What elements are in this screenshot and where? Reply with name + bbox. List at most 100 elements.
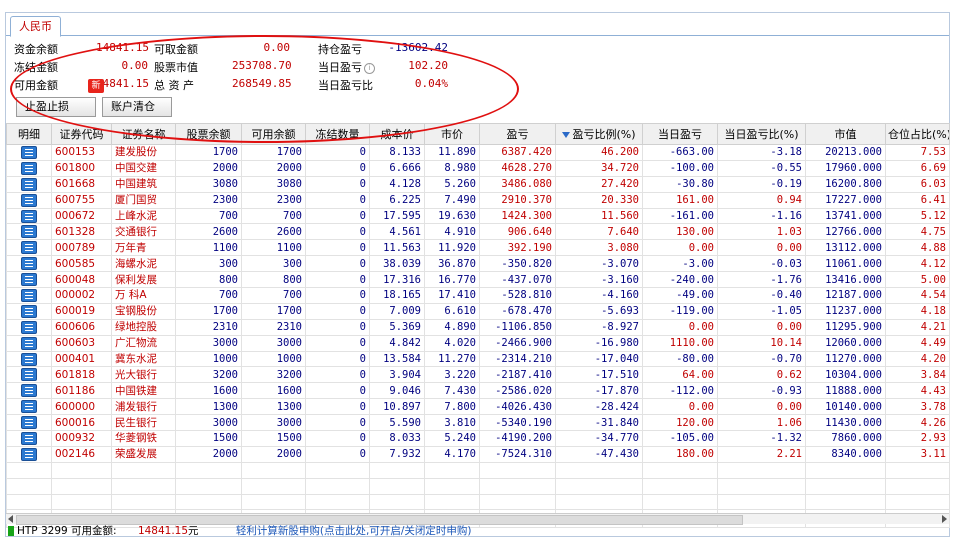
cell-detail[interactable] — [6, 382, 52, 400]
cell-detail[interactable] — [6, 398, 52, 416]
cell-detail[interactable] — [6, 191, 52, 209]
table-row[interactable]: 600755 厦门国贸 2300 2300 0 6.225 7.490 2910.370 20.… — [6, 191, 950, 209]
col-balance[interactable]: 股票余额 — [175, 123, 242, 145]
table-row[interactable]: 601800 中国交建 2000 2000 0 6.666 8.980 4628.270 34.… — [6, 159, 950, 177]
col-pl-pct[interactable]: 盈亏比例(%) — [555, 123, 643, 145]
stop-profit-loss-button[interactable]: 止盈止损 — [16, 97, 96, 117]
cell-detail[interactable] — [6, 334, 52, 352]
cell-pl-pct: -3.160 — [555, 271, 643, 289]
table-row[interactable]: 000932 华菱钢铁 1500 1500 0 8.033 5.240 -4190.200 -3… — [6, 430, 950, 447]
cell-detail[interactable] — [6, 223, 52, 241]
table-row[interactable]: 600019 宝钢股份 1700 1700 0 7.009 6.610 -678.470 -5.… — [6, 302, 950, 320]
cell-code: 000401 — [51, 350, 112, 368]
cell-detail[interactable] — [6, 271, 52, 289]
detail-list-icon[interactable] — [21, 209, 37, 223]
cell-position-pct: 5.12 — [885, 207, 950, 225]
cell-detail[interactable] — [6, 350, 52, 368]
detail-list-icon[interactable] — [21, 352, 37, 366]
cell-pl: 906.640 — [479, 223, 556, 241]
clear-account-button[interactable]: 账户清仓 — [102, 97, 172, 117]
table-row[interactable]: 000002 万 科A 700 700 0 18.165 17.410 -528.810 -4.… — [6, 287, 950, 304]
col-pl[interactable]: 盈亏 — [479, 123, 556, 145]
scroll-right-icon[interactable] — [942, 515, 947, 523]
col-price[interactable]: 市价 — [424, 123, 480, 145]
detail-list-icon[interactable] — [21, 241, 37, 255]
detail-list-icon[interactable] — [21, 320, 37, 334]
detail-list-icon[interactable] — [21, 336, 37, 350]
cell-pl-pct: 34.720 — [555, 159, 643, 177]
table-row[interactable]: 600048 保利发展 800 800 0 17.316 16.770 -437.070 -3.… — [6, 271, 950, 289]
table-row[interactable]: 601668 中国建筑 3080 3080 0 4.128 5.260 3486.080 27.… — [6, 175, 950, 193]
col-frozen[interactable]: 冻结数量 — [305, 123, 370, 145]
ipo-subscribe-link[interactable]: 轻利计算新股申购(点击此处,可开启/关闭定时申购) — [236, 525, 472, 537]
cell-cost: 8.033 — [369, 430, 425, 447]
cell-detail[interactable] — [6, 302, 52, 320]
table-row[interactable]: 600585 海螺水泥 300 300 0 38.039 36.870 -350.820 -3.… — [6, 255, 950, 273]
detail-list-icon[interactable] — [21, 257, 37, 271]
col-code[interactable]: 证券代码 — [51, 123, 112, 145]
table-row[interactable]: 601328 交通银行 2600 2600 0 4.561 4.910 906.640 7.64… — [6, 223, 950, 241]
frozen-value: 0.00 — [121, 59, 149, 72]
detail-list-icon[interactable] — [21, 177, 37, 191]
horizontal-scrollbar[interactable] — [6, 513, 949, 525]
table-row[interactable]: 000672 上峰水泥 700 700 0 17.595 19.630 1424.300 11.… — [6, 207, 950, 225]
cell-name: 绿地控股 — [111, 318, 176, 336]
col-day-pct[interactable]: 当日盈亏比(%) — [717, 123, 806, 145]
cell-detail[interactable] — [6, 159, 52, 177]
cell-detail[interactable] — [6, 366, 52, 384]
col-day-pl[interactable]: 当日盈亏 — [642, 123, 718, 145]
cell-detail[interactable] — [6, 414, 52, 432]
table-row[interactable]: 600606 绿地控股 2310 2310 0 5.369 4.890 -1106.850 -8… — [6, 318, 950, 336]
col-name[interactable]: 证券名称 — [111, 123, 176, 145]
cell-detail[interactable] — [6, 144, 52, 161]
scroll-left-icon[interactable] — [8, 515, 13, 523]
cell-balance: 1600 — [175, 382, 242, 400]
table-row[interactable]: 000789 万年青 1100 1100 0 11.563 11.920 392.190 3.0… — [6, 239, 950, 257]
col-detail[interactable]: 明细 — [6, 123, 52, 145]
table-row[interactable]: 600153 建发股份 1700 1700 0 8.133 11.890 6387.420 46… — [6, 144, 950, 161]
cell-cost: 8.133 — [369, 144, 425, 161]
cell-detail[interactable] — [6, 430, 52, 447]
cell-available: 1000 — [241, 350, 306, 368]
detail-list-icon[interactable] — [21, 225, 37, 239]
tab-rmb[interactable]: 人民币 — [10, 16, 61, 37]
detail-list-icon[interactable] — [21, 161, 37, 175]
cell-detail[interactable] — [6, 445, 52, 463]
detail-list-icon[interactable] — [21, 431, 37, 445]
cell-detail[interactable] — [6, 255, 52, 273]
cell-detail[interactable] — [6, 207, 52, 225]
detail-list-icon[interactable] — [21, 447, 37, 461]
info-icon[interactable]: i — [364, 62, 375, 74]
cell-pl-pct: -3.070 — [555, 255, 643, 273]
col-position-pct[interactable]: 仓位占比(%) — [885, 123, 950, 145]
detail-list-icon[interactable] — [21, 145, 37, 159]
detail-list-icon[interactable] — [21, 416, 37, 430]
table-row[interactable]: 601186 中国铁建 1600 1600 0 9.046 7.430 -2586.020 -1… — [6, 382, 950, 400]
detail-list-icon[interactable] — [21, 288, 37, 302]
cell-detail[interactable] — [6, 318, 52, 336]
cell-name: 广汇物流 — [111, 334, 176, 352]
table-row[interactable]: 002146 荣盛发展 2000 2000 0 7.932 4.170 -7524.310 -4… — [6, 445, 950, 463]
cell-detail[interactable] — [6, 239, 52, 257]
table-row[interactable]: 600000 浦发银行 1300 1300 0 10.897 7.800 -4026.430-… — [6, 398, 950, 416]
col-cost[interactable]: 成本价 — [369, 123, 425, 145]
detail-list-icon[interactable] — [21, 384, 37, 398]
table-row[interactable]: 600603 广汇物流 3000 3000 0 4.842 4.020 -2466.900 -1… — [6, 334, 950, 352]
cell-available: 3000 — [241, 334, 306, 352]
detail-list-icon[interactable] — [21, 193, 37, 207]
cell-detail[interactable] — [6, 287, 52, 304]
detail-list-icon[interactable] — [21, 273, 37, 287]
table-row[interactable]: 600016 民生银行 3000 3000 0 5.590 3.810 -5340.190 -3… — [6, 414, 950, 432]
cell-detail[interactable] — [6, 175, 52, 193]
table-row[interactable]: 601818 光大银行 3200 3200 0 3.904 3.220 -2187.410 -1… — [6, 366, 950, 384]
col-available[interactable]: 可用余额 — [241, 123, 306, 145]
sort-desc-icon — [562, 132, 571, 138]
table-row[interactable]: 000401 冀东水泥 1000 1000 0 13.584 11.270 -2314.210… — [6, 350, 950, 368]
detail-list-icon[interactable] — [21, 304, 37, 318]
detail-list-icon[interactable] — [21, 400, 37, 414]
cell-market-value: 12766.000 — [805, 223, 886, 241]
cell-price: 3.220 — [424, 366, 480, 384]
cell-name: 民生银行 — [111, 414, 176, 432]
col-market-value[interactable]: 市值 — [805, 123, 886, 145]
detail-list-icon[interactable] — [21, 368, 37, 382]
